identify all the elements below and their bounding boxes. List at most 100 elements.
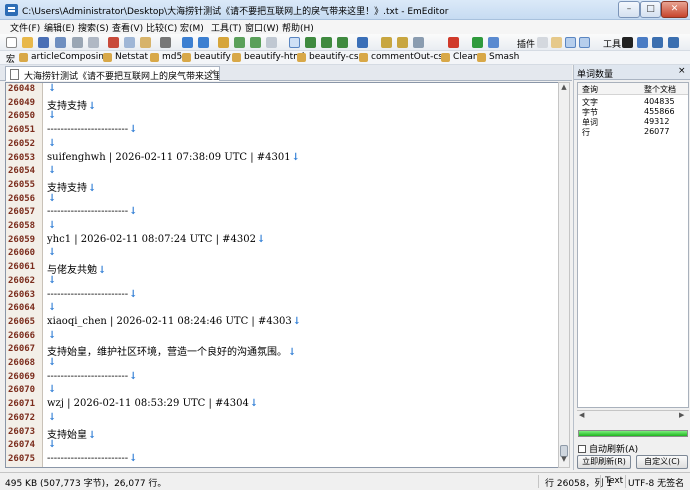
run-macro-icon[interactable] bbox=[472, 37, 483, 48]
editor-line[interactable]: 26050 ↓ bbox=[6, 110, 559, 124]
document-tab[interactable]: 大海捞针测试《请不要把互联网上的戾气带来这里！》.txt × bbox=[5, 66, 220, 81]
macro-beautify[interactable]: beautify bbox=[182, 52, 231, 62]
print-preview-icon[interactable] bbox=[88, 37, 99, 48]
editor-line[interactable]: 26070 ↓ bbox=[6, 384, 559, 398]
menu-file[interactable]: 文件(F) bbox=[10, 21, 40, 34]
close-panel-icon[interactable]: × bbox=[678, 66, 686, 76]
close-tab-icon[interactable]: × bbox=[209, 68, 217, 78]
menu-edit[interactable]: 编辑(E) bbox=[44, 21, 75, 34]
explorer-icon[interactable] bbox=[637, 37, 648, 48]
editor-line[interactable]: 26072 ↓ bbox=[6, 412, 559, 426]
checkbox-box[interactable] bbox=[578, 444, 586, 453]
word-wrap-icon[interactable] bbox=[289, 37, 300, 48]
configuration-icon[interactable] bbox=[357, 37, 368, 48]
editor-line[interactable]: 26048 ↓ bbox=[6, 83, 559, 97]
save-all-icon[interactable] bbox=[55, 37, 66, 48]
paste-icon[interactable] bbox=[140, 37, 151, 48]
editor-line[interactable]: 26061 与佬友共勉↓ bbox=[6, 261, 559, 276]
menu-search[interactable]: 搜索(S) bbox=[78, 21, 109, 34]
customize-icon[interactable] bbox=[381, 37, 392, 48]
editor-line[interactable]: 26062 ↓ bbox=[6, 275, 559, 289]
column-header-query[interactable]: 查询 bbox=[582, 84, 598, 95]
editor-line[interactable]: 26074 ↓ bbox=[6, 439, 559, 453]
editor-line[interactable]: 26055 支持支持↓ bbox=[6, 179, 559, 194]
tool-a-icon[interactable] bbox=[652, 37, 663, 48]
find-previous-icon[interactable] bbox=[250, 37, 261, 48]
undo-icon[interactable] bbox=[182, 37, 193, 48]
wrap-by-window-icon[interactable] bbox=[305, 37, 316, 48]
scroll-right-icon[interactable]: ▶ bbox=[679, 411, 684, 419]
menu-view[interactable]: 查看(V) bbox=[112, 21, 143, 34]
macro-netstat[interactable]: Netstat bbox=[103, 52, 148, 62]
editor-line[interactable]: 26063 ------------------------↓ bbox=[6, 289, 559, 303]
cut-icon[interactable] bbox=[108, 37, 119, 48]
maximize-button[interactable]: □ bbox=[640, 1, 661, 18]
editor-line[interactable]: 26064 ↓ bbox=[6, 302, 559, 316]
new-file-icon[interactable] bbox=[6, 37, 17, 48]
editor-line[interactable]: 26067 支持始皇，维护社区环境，营造一个良好的沟通氛围。↓ bbox=[6, 343, 559, 358]
find-icon[interactable] bbox=[218, 37, 229, 48]
plugin-word-count-icon[interactable] bbox=[565, 37, 576, 48]
plugin-outline-icon[interactable] bbox=[579, 37, 590, 48]
close-window-button[interactable]: ✕ bbox=[661, 1, 688, 18]
macro-md5[interactable]: md5 bbox=[150, 52, 182, 62]
editor-line[interactable]: 26053 suifenghwh | 2026-02-11 07:38:09 UT… bbox=[6, 152, 559, 166]
minimize-button[interactable]: – bbox=[618, 1, 640, 18]
editor-line[interactable]: 26058 ↓ bbox=[6, 220, 559, 234]
read-only-icon[interactable] bbox=[337, 37, 348, 48]
save-icon[interactable] bbox=[38, 37, 49, 48]
print-icon[interactable] bbox=[72, 37, 83, 48]
tool-b-icon[interactable] bbox=[668, 37, 679, 48]
refresh-now-button[interactable]: 立即刷新(R) bbox=[577, 455, 631, 469]
editor-line[interactable]: 26076↓ bbox=[6, 467, 559, 468]
editor-line[interactable]: 26054 ↓ bbox=[6, 165, 559, 179]
font-icon[interactable] bbox=[413, 37, 424, 48]
editor-line[interactable]: 26052 ↓ bbox=[6, 138, 559, 152]
menu-help[interactable]: 帮助(H) bbox=[282, 21, 314, 34]
editor-vertical-scrollbar[interactable]: ▲ ▼ bbox=[558, 82, 570, 468]
editor-line[interactable]: 26049 支持支持↓ bbox=[6, 97, 559, 112]
open-folder-icon[interactable] bbox=[22, 37, 33, 48]
properties-icon[interactable] bbox=[397, 37, 408, 48]
auto-refresh-checkbox[interactable]: 自动刷新(A) bbox=[578, 442, 638, 455]
menu-compare[interactable]: 比较(C) bbox=[146, 21, 177, 34]
status-encoding[interactable]: UTF-8 无签名 bbox=[628, 476, 684, 489]
column-header-document[interactable]: 整个文档 bbox=[644, 84, 676, 95]
plugin-charmap-icon[interactable] bbox=[537, 37, 548, 48]
macro-smash[interactable]: Smash bbox=[477, 52, 519, 62]
menu-tools[interactable]: 工具(T) bbox=[211, 21, 242, 34]
menu-window[interactable]: 窗口(W) bbox=[245, 21, 279, 34]
editor-line[interactable]: 26066 ↓ bbox=[6, 330, 559, 344]
find-next-icon[interactable] bbox=[234, 37, 245, 48]
macro-clean[interactable]: Clean bbox=[441, 52, 479, 62]
status-mode[interactable]: Text bbox=[605, 476, 623, 486]
editor-line[interactable]: 26071 wzj | 2026-02-11 08:53:29 UTC | #43… bbox=[6, 398, 559, 412]
editor-line[interactable]: 26065 xiaoqi_chen | 2026-02-11 08:24:46 U… bbox=[6, 316, 559, 330]
macro-beautify-html[interactable]: beautify-html bbox=[232, 52, 304, 62]
editor-line[interactable]: 26060 ↓ bbox=[6, 247, 559, 261]
word-count-horizontal-scrollbar[interactable]: ◀ ▶ bbox=[577, 410, 689, 421]
editor-line[interactable]: 26075 ------------------------↓ bbox=[6, 453, 559, 467]
macro-beautify-css[interactable]: beautify-css bbox=[297, 52, 363, 62]
editor-line[interactable]: 26056 ↓ bbox=[6, 193, 559, 207]
plugin-comment-icon[interactable] bbox=[551, 37, 562, 48]
editor-line[interactable]: 26068 ↓ bbox=[6, 357, 559, 371]
delete-icon[interactable] bbox=[160, 37, 171, 48]
editor-line[interactable]: 26069 ------------------------↓ bbox=[6, 371, 559, 385]
customize-button[interactable]: 自定义(C) bbox=[636, 455, 688, 469]
editor-line[interactable]: 26057 ------------------------↓ bbox=[6, 206, 559, 220]
scroll-down-icon[interactable]: ▼ bbox=[559, 455, 569, 467]
copy-icon[interactable] bbox=[124, 37, 135, 48]
editor-line[interactable]: 26059 yhc1 | 2026-02-11 08:07:24 UTC | #4… bbox=[6, 234, 559, 248]
scroll-up-icon[interactable]: ▲ bbox=[559, 83, 569, 95]
wrap-by-page-icon[interactable] bbox=[321, 37, 332, 48]
editor-line[interactable]: 26051 ------------------------↓ bbox=[6, 124, 559, 138]
macro-commentout-css[interactable]: commentOut-css bbox=[359, 52, 448, 62]
text-editor[interactable]: 26048 ↓ 26049 支持支持↓ 26050 ↓ 26051 -------------… bbox=[5, 82, 560, 468]
redo-icon[interactable] bbox=[198, 37, 209, 48]
editor-line[interactable]: 26073 支持始皇↓ bbox=[6, 426, 559, 441]
highlight-search-icon[interactable] bbox=[266, 37, 277, 48]
record-macro-icon[interactable] bbox=[448, 37, 459, 48]
macro-articlecomposing[interactable]: articleComposing bbox=[19, 52, 110, 62]
menu-macros[interactable]: 宏(M) bbox=[180, 21, 204, 34]
